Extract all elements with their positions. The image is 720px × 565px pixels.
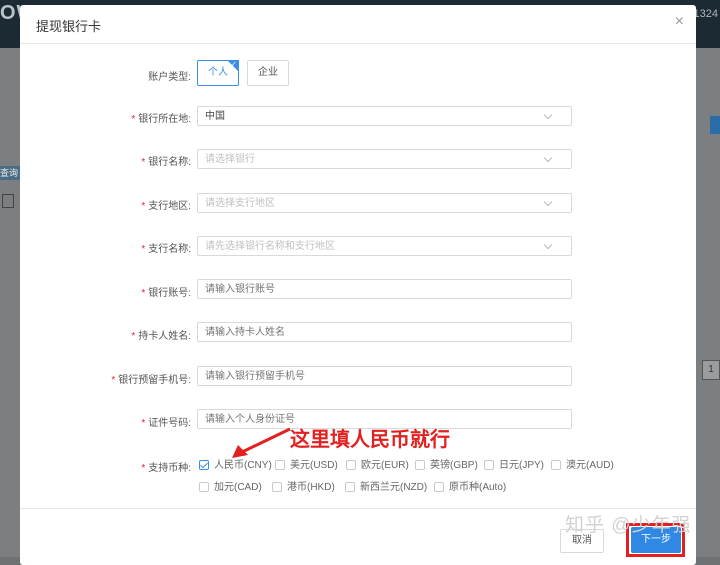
annotation-text: 这里填人民币就行: [290, 429, 450, 451]
currency-checkbox-aud[interactable]: 澳元(AUD): [551, 456, 614, 471]
dialog-footer-divider: [20, 508, 696, 509]
branch-region-select[interactable]: 请选择支行地区: [197, 193, 572, 213]
background-left-panel: 查询: [0, 48, 22, 557]
account-type-personal-button[interactable]: 个人 ✓: [197, 60, 239, 86]
account-type-personal-label: 个人: [208, 67, 228, 78]
holder-name-input[interactable]: [197, 322, 572, 342]
bank-name-select[interactable]: 请选择银行: [197, 149, 572, 169]
chevron-down-icon: [543, 110, 553, 120]
withdraw-bank-card-dialog: 提现银行卡 × 账户类型: 个人 ✓ 企业 * 银行所在地: 中国 * 银行名称: …: [20, 5, 696, 565]
currency-checkbox-gbp[interactable]: 英镑(GBP): [415, 456, 478, 471]
currency-checkbox-eur[interactable]: 欧元(EUR): [346, 456, 409, 471]
chevron-down-icon: [543, 197, 553, 207]
dialog-title: 提现银行卡: [36, 19, 102, 34]
account-number-input[interactable]: [197, 279, 572, 299]
checkbox-checked-icon: [199, 460, 209, 470]
id-number-label: * 证件号码:: [141, 418, 191, 429]
currency-checkbox-nzd[interactable]: 新西兰元(NZD): [345, 478, 427, 493]
currency-checkbox-hkd[interactable]: 港币(HKD): [272, 478, 335, 493]
annotation-arrow-icon: [232, 427, 291, 458]
phone-input[interactable]: [197, 366, 572, 386]
background-query-chip: 查询: [0, 166, 20, 180]
document-icon: [2, 194, 14, 208]
background-blue-button: [710, 116, 720, 134]
bank-name-label: * 银行名称:: [141, 157, 191, 168]
watermark: 知乎 @少年强: [565, 515, 692, 536]
account-type-business-button[interactable]: 企业: [247, 60, 289, 86]
dialog-header: 提现银行卡 ×: [20, 5, 696, 44]
currency-checkbox-cad[interactable]: 加元(CAD): [199, 478, 262, 493]
branch-name-select[interactable]: 请先选择银行名称和支行地区: [197, 236, 572, 256]
currency-checkbox-jpy[interactable]: 日元(JPY): [484, 456, 544, 471]
background-page-number: 1: [702, 360, 720, 380]
chevron-down-icon: [543, 153, 553, 163]
branch-name-label: * 支行名称:: [141, 244, 191, 255]
background-top-number: 1324: [693, 8, 718, 20]
bank-country-label: * 银行所在地:: [131, 114, 191, 125]
check-icon: ✓: [230, 60, 237, 69]
bank-country-select[interactable]: 中国: [197, 106, 572, 126]
background-right-panel: 1: [696, 48, 720, 557]
account-type-business-label: 企业: [258, 67, 278, 78]
currencies-label: * 支持币种:: [141, 463, 191, 474]
currency-checkbox-auto[interactable]: 原币种(Auto): [434, 478, 506, 493]
account-number-label: * 银行账号:: [141, 288, 191, 299]
holder-name-label: * 持卡人姓名:: [131, 331, 191, 342]
phone-label: * 银行预留手机号:: [111, 375, 191, 386]
close-icon[interactable]: ×: [675, 13, 684, 31]
account-type-label: 账户类型:: [148, 72, 191, 83]
chevron-down-icon: [543, 240, 553, 250]
branch-region-label: * 支行地区:: [141, 201, 191, 212]
